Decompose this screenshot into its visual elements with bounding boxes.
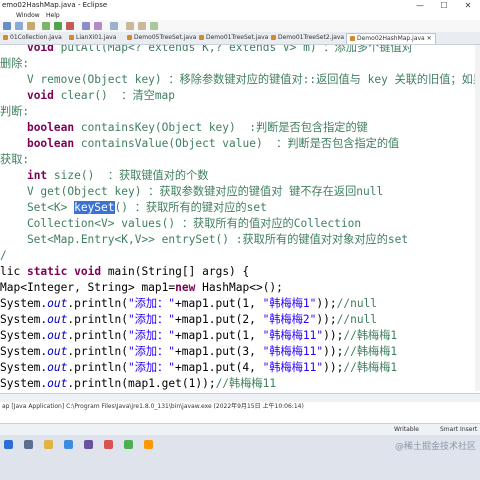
start-icon[interactable]: [4, 440, 13, 449]
code-line[interactable]: System.out.println("添加："+map1.put(1, "韩梅…: [0, 328, 397, 344]
tab-close-icon[interactable]: ✕: [427, 35, 432, 42]
tab-demo05treeset[interactable]: Demo05TreeSet.java: [124, 33, 199, 43]
forward-icon[interactable]: [138, 22, 146, 30]
code-line[interactable]: 获取:: [0, 152, 29, 168]
code-line[interactable]: Set<Map.Entry<K,V>> entrySet() :获取所有的键值对…: [0, 232, 408, 248]
code-text: 删除:: [0, 57, 30, 70]
new-class-icon[interactable]: [82, 22, 90, 30]
code-line[interactable]: void putAll(Map<? extends K,? extends V>…: [0, 45, 413, 56]
code-text: System.out.println("添加："+map1.put(1, "韩梅…: [0, 297, 378, 310]
taskbar: @稀土掘金技术社区: [0, 435, 480, 480]
code-text: Set<K>: [0, 201, 75, 214]
selected-text: keySet: [74, 201, 115, 214]
code-line[interactable]: /: [0, 248, 7, 264]
app-icon[interactable]: [104, 440, 113, 449]
overview-ruler[interactable]: [475, 45, 480, 391]
new-icon[interactable]: [3, 22, 11, 30]
code-text: 判断:: [0, 105, 30, 118]
tab-demo02hashmap[interactable]: Demo02HashMap.java ✕: [346, 33, 436, 44]
java-file-icon: [127, 35, 132, 40]
code-line[interactable]: Map<Integer, String> map1=new HashMap<>(…: [0, 280, 283, 296]
code-line[interactable]: System.out.println("添加："+map1.put(1, "韩梅…: [0, 296, 377, 312]
code-text: System.out.println(map1.get(1));//韩梅梅11: [0, 377, 277, 390]
console-view: ap [Java Application] C:\Program Files\J…: [0, 393, 480, 412]
browser-icon[interactable]: [64, 440, 73, 449]
code-line[interactable]: void clear() ：清空map: [0, 88, 175, 104]
status-insert-mode: Smart Insert: [440, 426, 478, 433]
code-line[interactable]: 判断:: [0, 104, 29, 120]
menu-help[interactable]: Help: [46, 11, 60, 20]
code-line[interactable]: Set<K> keySet() ：获取所有的键对应的set: [0, 200, 267, 216]
code-text: System.out.println("添加："+map1.put(1, "韩梅…: [0, 329, 398, 342]
java-file-icon: [199, 35, 204, 40]
pin-icon[interactable]: [150, 22, 158, 30]
app-icon-2[interactable]: [144, 440, 153, 449]
menu-bar: Window Help: [0, 11, 480, 20]
menu-window[interactable]: Window: [16, 11, 40, 20]
code-line[interactable]: boolean containsValue(Object value) ：判断是…: [0, 136, 399, 152]
search-icon[interactable]: [110, 22, 118, 30]
code-line[interactable]: System.out.println("添加："+map1.put(2, "韩梅…: [0, 312, 377, 328]
code-text: lic static void main(String[] args) {: [0, 265, 250, 278]
minimize-icon[interactable]: —: [408, 0, 432, 11]
status-bar: Writable Smart Insert: [0, 423, 480, 435]
tab-demo01treeset2[interactable]: Demo01TreeSet2.java: [268, 33, 347, 43]
maximize-icon[interactable]: ☐: [432, 0, 456, 11]
code-text: Set<Map.Entry<K,V>> entrySet() :获取所有的键值对…: [0, 233, 409, 246]
code-line[interactable]: boolean containsKey(Object key) :判断是否包含指…: [0, 120, 368, 136]
close-icon[interactable]: ✕: [456, 0, 480, 11]
java-file-icon: [271, 35, 276, 40]
code-text: boolean containsValue(Object value) ：判断是…: [26, 137, 400, 150]
code-text: 获取:: [0, 153, 30, 166]
java-file-icon: [69, 35, 74, 40]
code-line[interactable]: int size() ：获取键值对的个数: [0, 168, 209, 184]
code-editor[interactable]: void putAll(Map<? extends K,? extends V>…: [0, 45, 480, 391]
debug-icon[interactable]: [42, 22, 50, 30]
code-text: V get(Object key) ：获取参数键对应的键值对 键不存在返回nul…: [0, 185, 384, 198]
code-text: boolean containsKey(Object key) :判断是否包含指…: [26, 121, 368, 134]
file-explorer-icon[interactable]: [44, 440, 53, 449]
code-text: int size() ：获取键值对的个数: [26, 169, 209, 182]
toolbar: [0, 20, 480, 32]
java-file-icon: [3, 35, 8, 40]
editor-tabs: 01Collection.java LianXi01.java Demo05Tr…: [0, 32, 480, 45]
eclipse-icon[interactable]: [84, 440, 93, 449]
code-line[interactable]: lic static void main(String[] args) {: [0, 264, 249, 280]
external-tools-icon[interactable]: [66, 22, 74, 30]
code-line[interactable]: V get(Object key) ：获取参数键对应的键值对 键不存在返回nul…: [0, 184, 383, 200]
code-line[interactable]: System.out.println(map1.get(1));//韩梅梅11: [0, 376, 276, 391]
tab-lianxi01[interactable]: LianXi01.java: [66, 33, 119, 43]
window-title: emo02HashMap.java - Eclipse: [2, 1, 108, 9]
code-line[interactable]: System.out.println("添加："+map1.put(3, "韩梅…: [0, 344, 397, 360]
code-line[interactable]: System.out.println("添加："+map1.put(4, "韩梅…: [0, 360, 397, 376]
console-header: [0, 393, 480, 402]
wechat-icon[interactable]: [124, 440, 133, 449]
save-icon[interactable]: [15, 22, 23, 30]
code-line[interactable]: 删除:: [0, 56, 29, 72]
print-icon[interactable]: [27, 22, 35, 30]
code-text: System.out.println("添加："+map1.put(4, "韩梅…: [0, 361, 398, 374]
code-text: /: [0, 249, 7, 262]
code-text: void clear() ：清空map: [26, 89, 176, 102]
status-writable: Writable: [394, 426, 419, 433]
code-text: System.out.println("添加："+map1.put(3, "韩梅…: [0, 345, 398, 358]
code-text: V remove(Object key) ：移除参数键对应的键值对::返回值与 …: [0, 73, 480, 86]
java-file-icon: [350, 36, 355, 41]
console-launch-info: ap [Java Application] C:\Program Files\J…: [2, 403, 304, 410]
back-icon[interactable]: [126, 22, 134, 30]
watermark: @稀土掘金技术社区: [394, 442, 476, 452]
window-titlebar: emo02HashMap.java - Eclipse — ☐ ✕: [0, 0, 480, 11]
code-text: System.out.println("添加："+map1.put(2, "韩梅…: [0, 313, 378, 326]
code-line[interactable]: Collection<V> values() ：获取所有的值对应的Collect…: [0, 216, 361, 232]
open-type-icon[interactable]: [94, 22, 102, 30]
code-text: void putAll(Map<? extends K,? extends V>…: [26, 45, 413, 54]
tab-collection[interactable]: 01Collection.java: [0, 33, 65, 43]
code-text: Collection<V> values() ：获取所有的值对应的Collect…: [0, 217, 362, 230]
tab-demo01treeset[interactable]: Demo01TreeSet.java: [196, 33, 271, 43]
code-line[interactable]: V remove(Object key) ：移除参数键对应的键值对::返回值与 …: [0, 72, 480, 88]
code-text: () ：获取所有的键对应的set: [114, 201, 267, 214]
task-view-icon[interactable]: [24, 440, 33, 449]
run-icon[interactable]: [54, 22, 62, 30]
code-text: Map<Integer, String> map1=new HashMap<>(…: [0, 281, 283, 294]
